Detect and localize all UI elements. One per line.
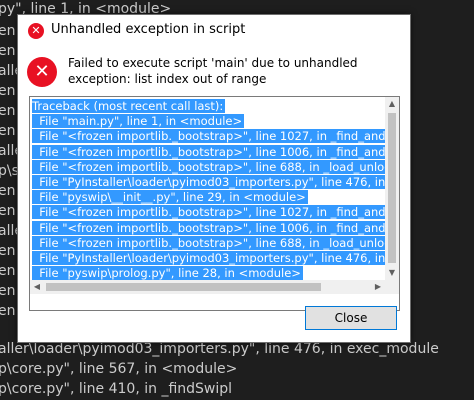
scroll-thumb[interactable] bbox=[388, 113, 396, 263]
traceback-line: File "pyswip\__init__.py", line 29, in <… bbox=[32, 190, 308, 205]
traceback-line-text: File "PyInstaller\loader\pyimod03_import… bbox=[32, 175, 385, 189]
traceback-line: File "PyInstaller\loader\pyimod03_import… bbox=[32, 175, 385, 190]
traceback-line: File "<frozen importlib._bootstrap>", li… bbox=[32, 235, 385, 251]
scroll-left-icon[interactable]: ◀ bbox=[30, 280, 44, 294]
traceback-line-text: File "pyswip\prolog.py", line 28, in <mo… bbox=[32, 266, 303, 280]
console-line: p\core.py", line 567, in <module> bbox=[0, 361, 238, 377]
traceback-line: File "<frozen importlib._bootstrap>", li… bbox=[32, 129, 385, 144]
traceback-textbox[interactable]: Traceback (most recent call last): File … bbox=[29, 96, 400, 311]
scroll-right-icon[interactable]: ▶ bbox=[371, 280, 385, 294]
traceback-line: File "<frozen importlib._bootstrap>", li… bbox=[32, 144, 385, 160]
traceback-line-text: File "<frozen importlib._bootstrap>", li… bbox=[32, 235, 385, 250]
traceback-line-text: File "main.py", line 1, in <module> bbox=[32, 114, 245, 129]
traceback-line-text: File "<frozen importlib._bootstrap>", li… bbox=[32, 205, 385, 220]
traceback-line-text: File "<frozen importlib._bootstrap>", li… bbox=[32, 129, 385, 144]
scroll-up-icon[interactable]: ▲ bbox=[385, 97, 399, 111]
traceback-line: File "pyswip\prolog.py", line 28, in <mo… bbox=[32, 266, 303, 280]
error-dialog: ✕ Unhandled exception in script ✕ Failed… bbox=[17, 14, 411, 343]
traceback-line: File "<frozen importlib._bootstrap>", li… bbox=[32, 159, 385, 175]
console-line: p\core.py", line 410, in _findSwipl bbox=[0, 381, 233, 397]
traceback-line-text: File "pyswip\__init__.py", line 29, in <… bbox=[32, 190, 308, 205]
traceback-line: File "<frozen importlib._bootstrap>", li… bbox=[32, 220, 385, 236]
traceback-line-text: Traceback (most recent call last): bbox=[32, 99, 226, 113]
scrollbar-corner bbox=[385, 280, 399, 294]
error-icon: ✕ bbox=[28, 23, 44, 39]
traceback-line-text: File "<frozen importlib._bootstrap>", li… bbox=[32, 159, 385, 174]
traceback-text[interactable]: Traceback (most recent call last): File … bbox=[30, 97, 385, 280]
horizontal-scrollbar[interactable]: ◀ ▶ bbox=[30, 280, 385, 294]
scroll-thumb[interactable] bbox=[46, 283, 321, 291]
error-message: Failed to execute script 'main' due to u… bbox=[68, 56, 358, 86]
error-icon: ✕ bbox=[27, 57, 57, 87]
traceback-line-text: File "<frozen importlib._bootstrap>", li… bbox=[32, 144, 385, 159]
traceback-line: Traceback (most recent call last): bbox=[32, 99, 226, 114]
traceback-line-text: File "<frozen importlib._bootstrap>", li… bbox=[32, 220, 385, 235]
close-button[interactable]: Close bbox=[305, 306, 397, 330]
dialog-title: Unhandled exception in script bbox=[51, 22, 246, 37]
traceback-line: File "<frozen importlib._bootstrap>", li… bbox=[32, 205, 385, 220]
vertical-scrollbar[interactable]: ▲ ▼ bbox=[385, 97, 399, 280]
dialog-titlebar[interactable]: ✕ Unhandled exception in script bbox=[18, 15, 410, 46]
scroll-down-icon[interactable]: ▼ bbox=[385, 266, 399, 280]
traceback-line-text: File "PyInstaller\loader\pyimod03_import… bbox=[32, 251, 385, 265]
traceback-line: File "PyInstaller\loader\pyimod03_import… bbox=[32, 251, 385, 266]
traceback-line: File "main.py", line 1, in <module> bbox=[32, 114, 245, 129]
